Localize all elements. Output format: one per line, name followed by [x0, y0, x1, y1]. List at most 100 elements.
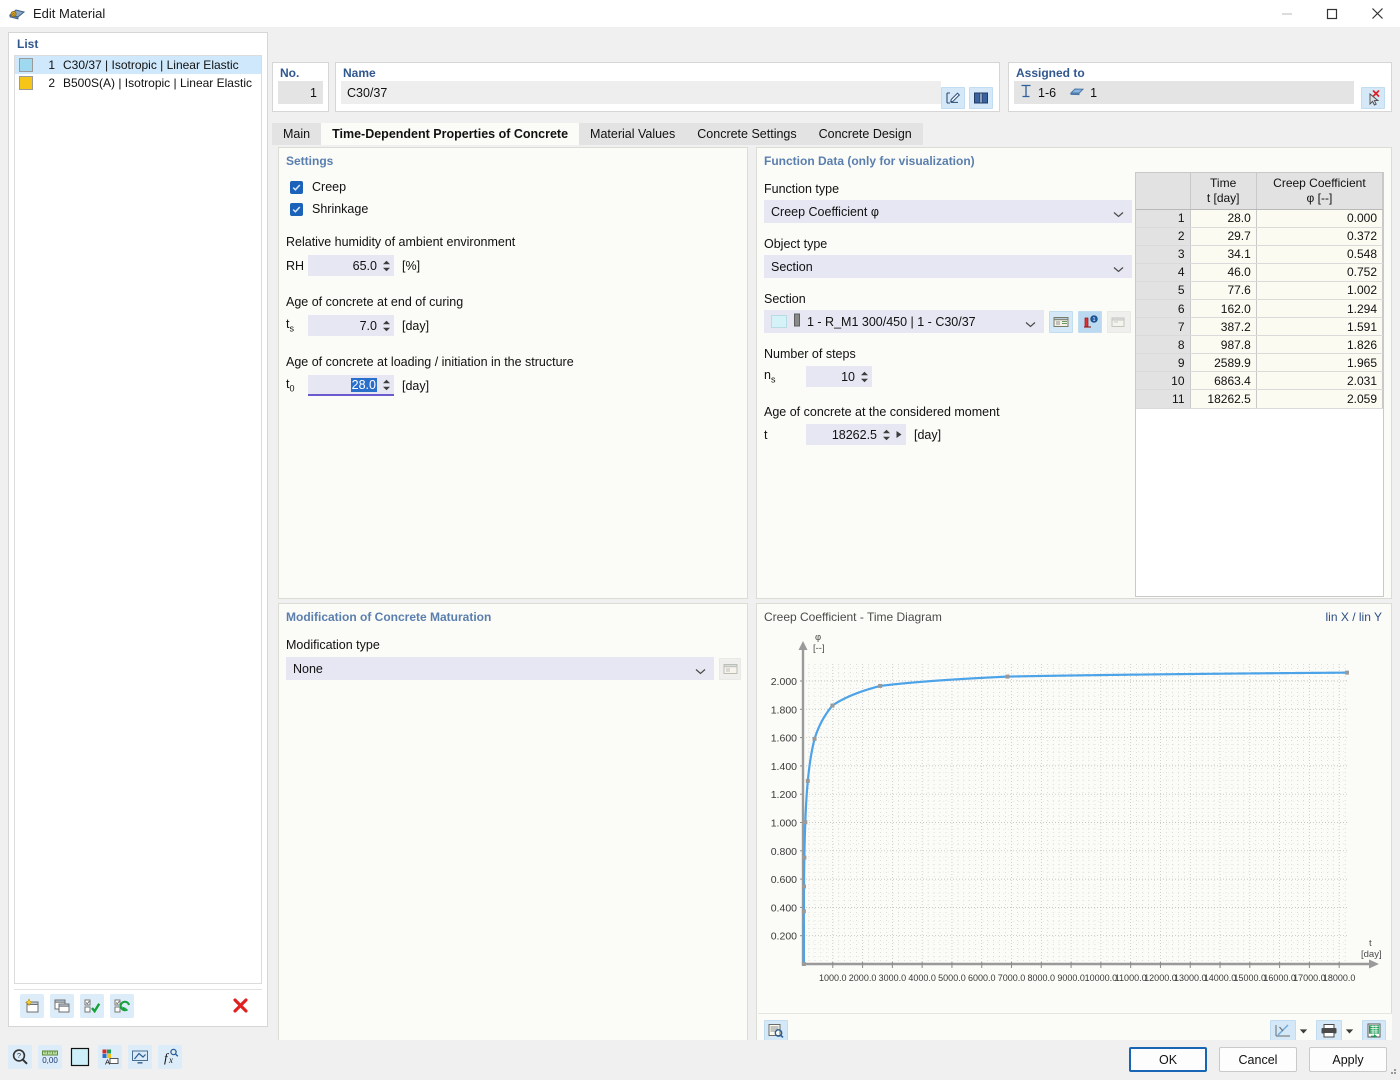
creep-checkbox[interactable] — [290, 181, 303, 194]
t0-input[interactable]: 28.0 — [308, 375, 394, 396]
table-cell-creep-coefficient[interactable]: 1.002 — [1256, 281, 1382, 299]
table-cell-time[interactable]: 77.6 — [1190, 281, 1256, 299]
list-item[interactable]: 2 B500S(A) | Isotropic | Linear Elastic — [15, 74, 261, 92]
modification-type-select[interactable]: None — [286, 657, 714, 680]
table-row[interactable]: 7387.21.591 — [1136, 318, 1383, 336]
resize-grip[interactable] — [1386, 1064, 1398, 1079]
table-row[interactable]: 446.00.752 — [1136, 263, 1383, 281]
table-cell-time[interactable]: 34.1 — [1190, 245, 1256, 263]
table-row[interactable]: 128.00.000 — [1136, 209, 1383, 227]
table-cell-creep-coefficient[interactable]: 1.965 — [1256, 354, 1382, 372]
list-item[interactable]: 1 C30/37 | Isotropic | Linear Elastic — [15, 56, 261, 74]
book-icon[interactable] — [969, 87, 993, 109]
table-row[interactable]: 8987.81.826 — [1136, 336, 1383, 354]
table-cell-time[interactable]: 387.2 — [1190, 318, 1256, 336]
check-materials-button[interactable] — [80, 994, 104, 1018]
formula-button[interactable]: f x — [158, 1045, 182, 1069]
object-type-select[interactable]: Section — [764, 255, 1132, 278]
table-cell-time[interactable]: 18262.5 — [1190, 390, 1256, 408]
function-type-select[interactable]: Creep Coefficient φ — [764, 200, 1132, 223]
table-cell-creep-coefficient[interactable]: 0.372 — [1256, 227, 1382, 245]
tab-concrete-settings[interactable]: Concrete Settings — [686, 123, 807, 145]
select-section-button[interactable]: 1 — [1078, 311, 1102, 333]
table-cell-time[interactable]: 29.7 — [1190, 227, 1256, 245]
assigned-to-box: Assigned to 1-6 1 — [1008, 62, 1392, 112]
table-cell-time[interactable]: 2589.9 — [1190, 354, 1256, 372]
copy-material-button[interactable] — [50, 994, 74, 1018]
display-properties-button[interactable]: A — [98, 1045, 122, 1069]
pick-assignment-button[interactable] — [1361, 87, 1385, 109]
export-excel-button[interactable] — [1362, 1020, 1386, 1042]
creep-coefficient-time-chart[interactable]: 0.2000.4000.6000.8001.0001.2001.4001.600… — [757, 626, 1391, 1014]
edit-pencil-icon[interactable] — [941, 87, 965, 109]
table-cell-creep-coefficient[interactable]: 1.294 — [1256, 299, 1382, 317]
table-row[interactable]: 92589.91.965 — [1136, 354, 1383, 372]
tab-time-dependent-properties-of-concrete[interactable]: Time-Dependent Properties of Concrete — [321, 123, 579, 145]
new-section-button[interactable] — [1107, 311, 1131, 333]
moment-input[interactable]: 18262.5 — [806, 424, 906, 445]
table-cell-time[interactable]: 987.8 — [1190, 336, 1256, 354]
maximize-button[interactable] — [1309, 0, 1354, 27]
edit-section-button[interactable] — [1049, 311, 1073, 333]
view-button[interactable] — [128, 1045, 152, 1069]
new-material-button[interactable] — [20, 994, 44, 1018]
chart-settings-button[interactable] — [1270, 1020, 1296, 1042]
table-cell-creep-coefficient[interactable]: 0.752 — [1256, 263, 1382, 281]
tab-material-values[interactable]: Material Values — [579, 123, 686, 145]
delete-material-button[interactable] — [228, 994, 252, 1018]
rh-input[interactable]: 65.0 — [308, 255, 394, 276]
units-button[interactable]: 0,00 — [38, 1045, 62, 1069]
table-cell-time[interactable]: 46.0 — [1190, 263, 1256, 281]
section-select[interactable]: 1 - R_M1 300/450 | 1 - C30/37 — [764, 310, 1044, 333]
no-value[interactable]: 1 — [278, 81, 323, 104]
minimize-button[interactable] — [1264, 0, 1309, 27]
table-cell-creep-coefficient[interactable]: 2.059 — [1256, 390, 1382, 408]
ts-input[interactable]: 7.0 — [308, 315, 394, 336]
material-list[interactable]: 1 C30/37 | Isotropic | Linear Elastic 2 … — [14, 55, 262, 984]
shrinkage-checkbox[interactable] — [290, 203, 303, 216]
table-cell-time[interactable]: 28.0 — [1190, 209, 1256, 227]
table-row[interactable]: 577.61.002 — [1136, 281, 1383, 299]
table-cell-time[interactable]: 6863.4 — [1190, 372, 1256, 390]
table-cell-creep-coefficient[interactable]: 1.826 — [1256, 336, 1382, 354]
cancel-button[interactable]: Cancel — [1219, 1047, 1297, 1072]
table-row[interactable]: 1118262.52.059 — [1136, 390, 1383, 408]
table-cell-creep-coefficient[interactable]: 1.591 — [1256, 318, 1382, 336]
table-cell-creep-coefficient[interactable]: 0.000 — [1256, 209, 1382, 227]
table-row[interactable]: 106863.42.031 — [1136, 372, 1383, 390]
moment-next-icon[interactable] — [895, 428, 903, 442]
t0-stepper[interactable] — [382, 379, 391, 391]
table-cell-creep-coefficient[interactable]: 0.548 — [1256, 245, 1382, 263]
shrinkage-checkbox-row[interactable]: Shrinkage — [290, 202, 747, 216]
color-swatch-button[interactable] — [68, 1045, 92, 1069]
ok-button[interactable]: OK — [1129, 1047, 1207, 1072]
assigned-to-value[interactable]: 1-6 1 — [1014, 81, 1354, 104]
rh-stepper[interactable] — [382, 260, 391, 272]
table-row[interactable]: 229.70.372 — [1136, 227, 1383, 245]
tab-main[interactable]: Main — [272, 123, 321, 145]
chart-details-button[interactable] — [764, 1020, 788, 1042]
cursor-deselect-icon[interactable] — [1361, 87, 1385, 109]
function-values-table[interactable]: Timet [day] Creep Coefficientφ [--] 128.… — [1135, 172, 1384, 597]
print-chart-button[interactable] — [1316, 1020, 1342, 1042]
edit-modification-button[interactable] — [719, 658, 741, 680]
table-row[interactable]: 334.10.548 — [1136, 245, 1383, 263]
apply-button[interactable]: Apply — [1309, 1047, 1387, 1072]
table-cell-time[interactable]: 162.0 — [1190, 299, 1256, 317]
table-row[interactable]: 6162.01.294 — [1136, 299, 1383, 317]
tab-concrete-design[interactable]: Concrete Design — [808, 123, 923, 145]
ts-stepper[interactable] — [382, 320, 391, 332]
close-button[interactable] — [1354, 0, 1400, 27]
modification-panel: Modification of Concrete Maturation Modi… — [278, 603, 748, 1049]
refresh-materials-button[interactable] — [110, 994, 134, 1018]
rh-field-row: RH 65.0 [%] — [286, 255, 747, 276]
moment-stepper[interactable] — [882, 429, 891, 441]
steps-stepper[interactable] — [860, 371, 869, 383]
chart-settings-dropdown[interactable] — [1299, 1024, 1308, 1038]
steps-input[interactable]: 10 — [806, 366, 872, 387]
table-cell-creep-coefficient[interactable]: 2.031 — [1256, 372, 1382, 390]
print-dropdown[interactable] — [1345, 1024, 1354, 1038]
creep-checkbox-row[interactable]: Creep — [290, 180, 747, 194]
help-button[interactable]: ? — [8, 1045, 32, 1069]
name-input[interactable]: C30/37 — [341, 81, 941, 104]
